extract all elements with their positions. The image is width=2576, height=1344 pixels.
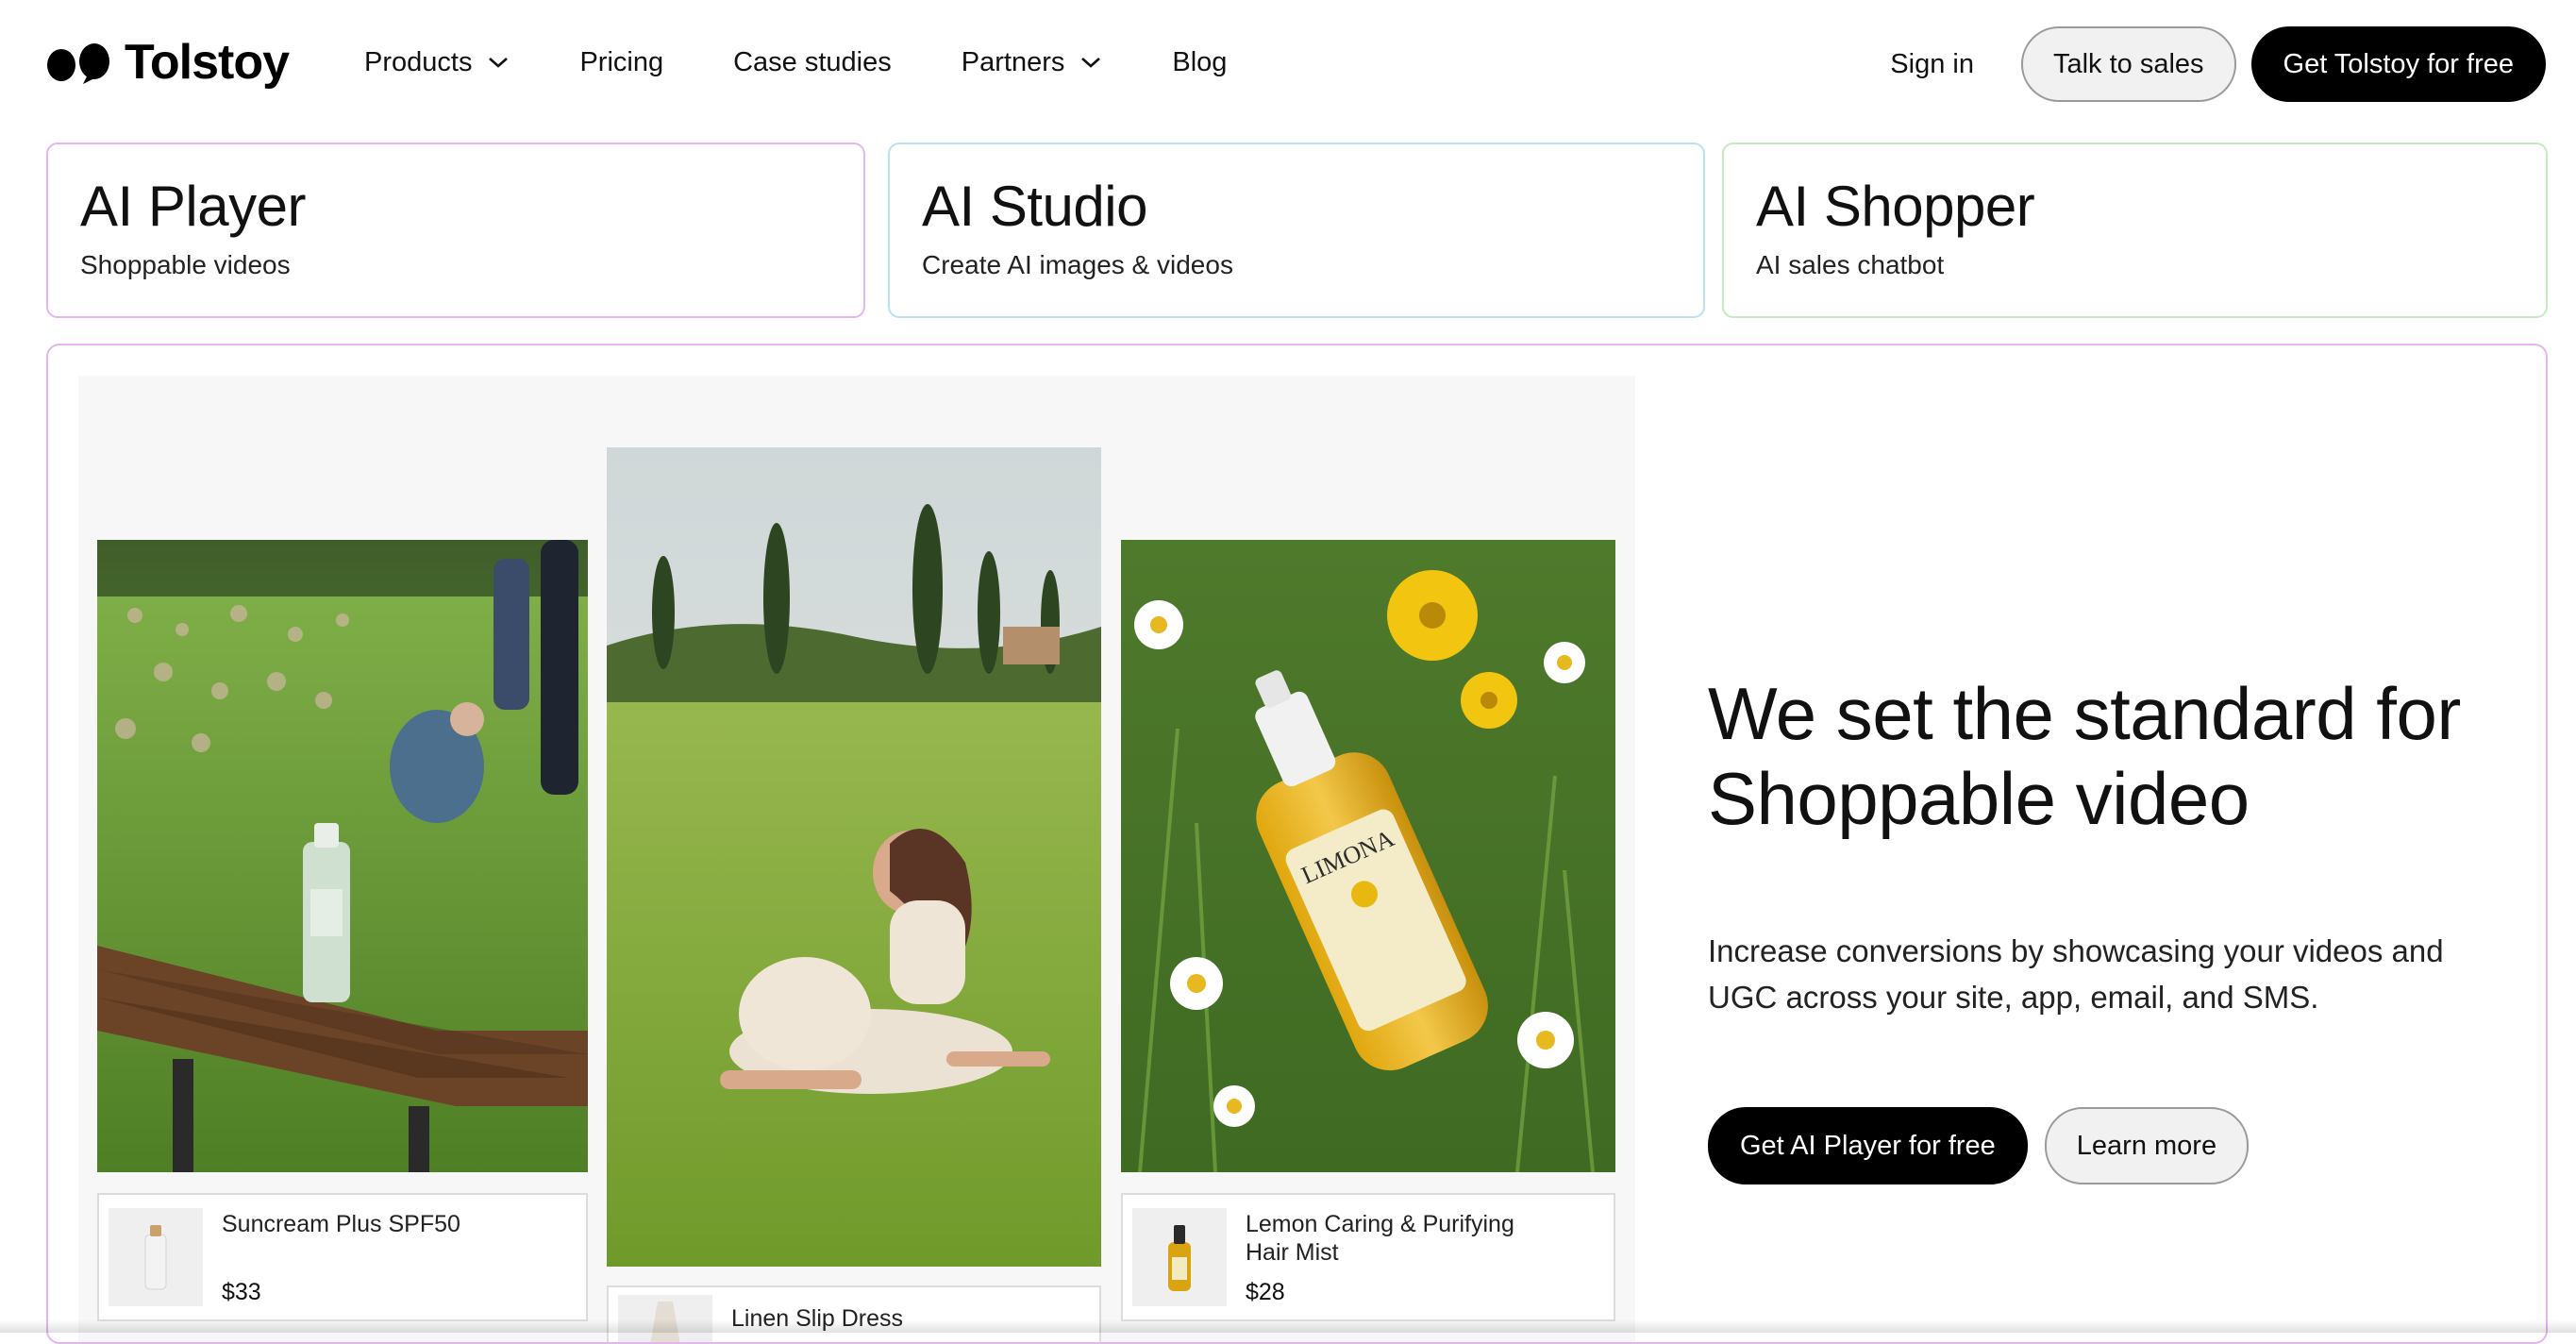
meadow-woman-image xyxy=(607,447,1101,1267)
card-title: AI Studio xyxy=(922,175,1671,239)
product-card-ai-player[interactable]: AI Player Shoppable videos xyxy=(46,143,865,318)
product-price: $33 xyxy=(222,1279,460,1306)
nav-partners-label: Partners xyxy=(962,47,1065,78)
nav-case-studies[interactable]: Case studies xyxy=(733,47,892,78)
card-subtitle: Create AI images & videos xyxy=(922,250,1671,280)
nav-actions: Sign in Talk to sales Get Tolstoy for fr… xyxy=(1890,26,2546,102)
card-title: AI Player xyxy=(80,175,831,239)
logo[interactable]: Tolstoy xyxy=(45,32,289,92)
spray-bottle-icon xyxy=(1165,1221,1194,1293)
tolstoy-logo-icon xyxy=(45,41,111,84)
product-card-hair-mist[interactable]: Lemon Caring & Purifying Hair Mist $28 xyxy=(1121,1193,1615,1321)
bottom-fade xyxy=(0,1319,2576,1333)
nav-products[interactable]: Products xyxy=(364,47,510,78)
product-name: Lemon Caring & Purifying Hair Mist xyxy=(1246,1210,1529,1267)
brand-name: Tolstoy xyxy=(125,34,289,91)
product-card-ai-shopper[interactable]: AI Shopper AI sales chatbot xyxy=(1722,143,2548,318)
hero-title: We set the standard for Shoppable video xyxy=(1708,671,2519,841)
nav-blog-label: Blog xyxy=(1172,47,1227,78)
video-tile-hair-mist[interactable]: LIMONA xyxy=(1121,540,1615,1172)
sign-in-link[interactable]: Sign in xyxy=(1890,49,1974,80)
product-thumbnail xyxy=(1132,1208,1227,1306)
video-tile-park-bench[interactable] xyxy=(97,540,588,1172)
hero-description: Increase conversions by showcasing your … xyxy=(1708,928,2519,1020)
bottle-icon xyxy=(142,1223,170,1291)
card-title: AI Shopper xyxy=(1756,175,2514,239)
get-ai-player-button[interactable]: Get AI Player for free xyxy=(1708,1107,2028,1184)
hero-cta-group: Get AI Player for free Learn more xyxy=(1708,1107,2519,1184)
hero-copy: We set the standard for Shoppable video … xyxy=(1708,671,2519,1184)
product-info: Linen Slip Dress xyxy=(731,1287,903,1344)
hair-mist-image: LIMONA xyxy=(1121,540,1615,1172)
nav-pricing-label: Pricing xyxy=(579,47,663,78)
product-card-ai-studio[interactable]: AI Studio Create AI images & videos xyxy=(888,143,1705,318)
product-name: Suncream Plus SPF50 xyxy=(222,1210,460,1238)
talk-to-sales-button[interactable]: Talk to sales xyxy=(2021,26,2236,102)
get-tolstoy-free-button[interactable]: Get Tolstoy for free xyxy=(2251,26,2546,102)
nav-partners[interactable]: Partners xyxy=(962,47,1103,78)
video-tile-meadow[interactable] xyxy=(607,447,1101,1267)
product-info: Suncream Plus SPF50 $33 xyxy=(222,1195,460,1306)
nav-products-label: Products xyxy=(364,47,472,78)
main-menu: Products Pricing Case studies Partners B… xyxy=(364,38,1227,87)
card-subtitle: Shoppable videos xyxy=(80,250,831,280)
product-info: Lemon Caring & Purifying Hair Mist $28 xyxy=(1246,1195,1529,1306)
nav-blog[interactable]: Blog xyxy=(1172,47,1227,78)
product-price: $28 xyxy=(1246,1279,1529,1306)
park-bench-image xyxy=(97,540,588,1172)
product-card-linen-dress[interactable]: Linen Slip Dress xyxy=(607,1285,1101,1344)
hero-section: LIMONA Suncream Plus SPF50 $33 Linen Sli… xyxy=(46,344,2548,1344)
nav-case-studies-label: Case studies xyxy=(733,47,892,78)
chevron-down-icon xyxy=(1079,55,1102,70)
top-nav: Tolstoy Products Pricing Case studies Pa… xyxy=(0,0,2576,125)
product-card-suncream[interactable]: Suncream Plus SPF50 $33 xyxy=(97,1193,588,1321)
card-subtitle: AI sales chatbot xyxy=(1756,250,2514,280)
nav-pricing[interactable]: Pricing xyxy=(579,47,663,78)
product-thumbnail xyxy=(109,1208,203,1306)
learn-more-button[interactable]: Learn more xyxy=(2045,1107,2249,1184)
chevron-down-icon xyxy=(487,55,510,70)
